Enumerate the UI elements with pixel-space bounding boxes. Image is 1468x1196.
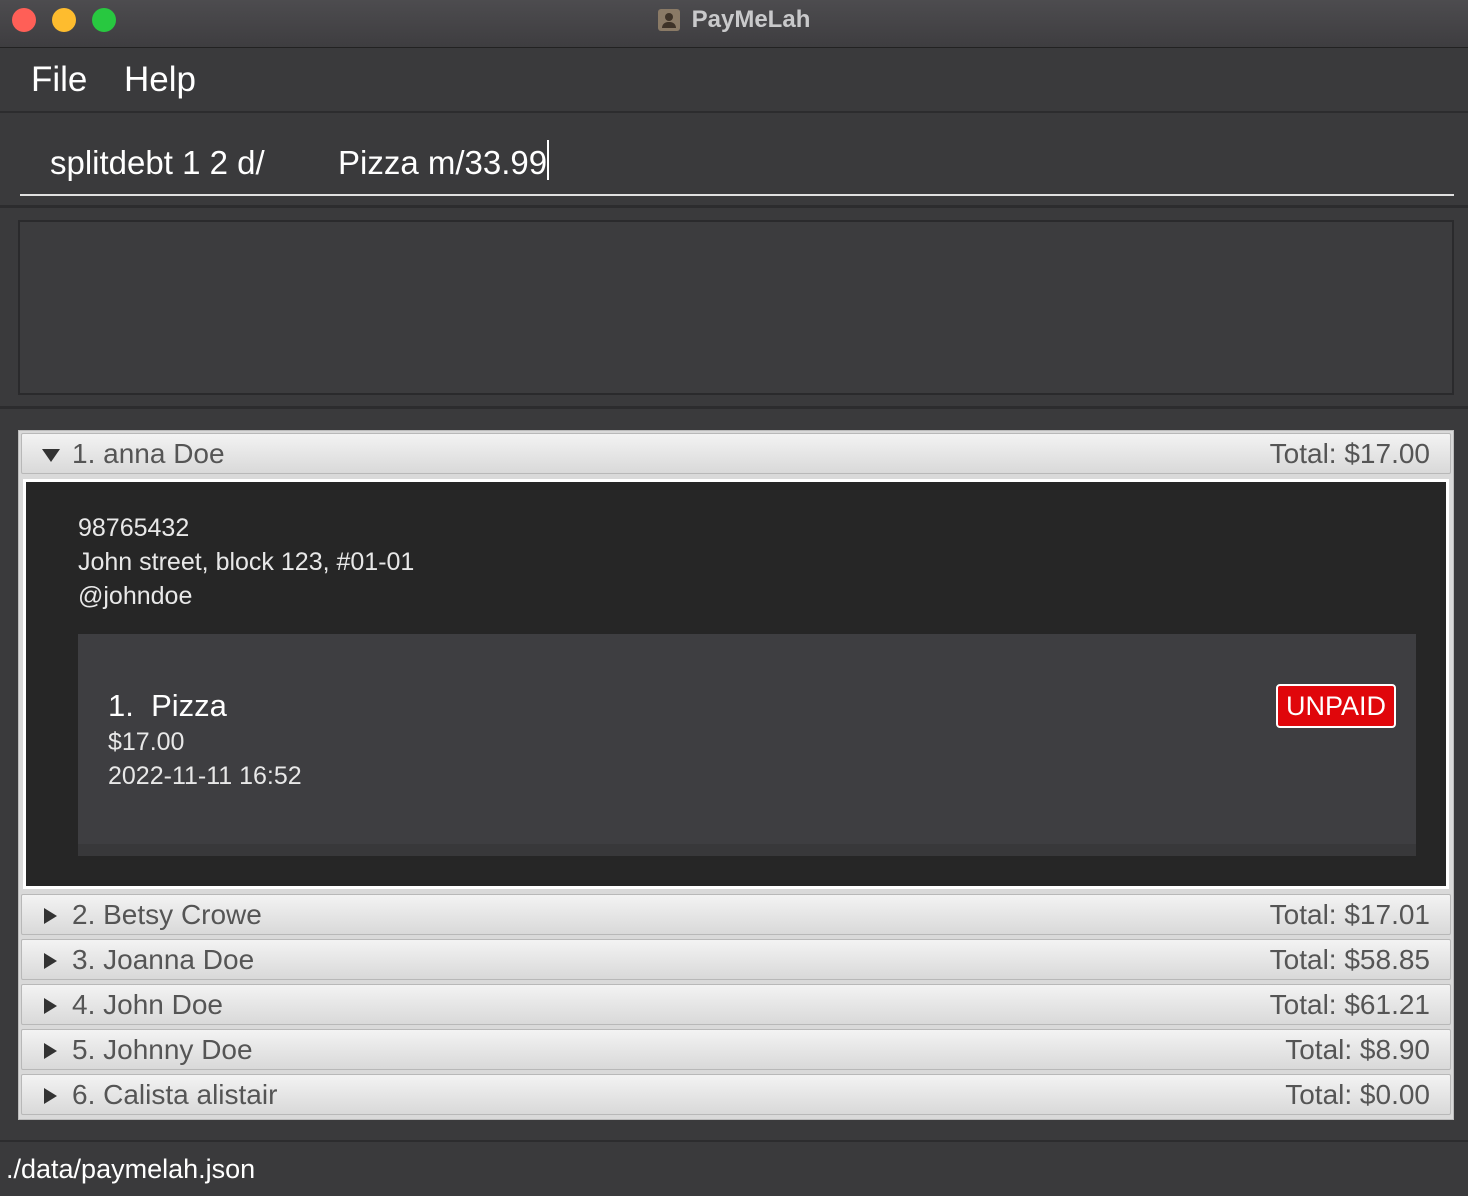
person-row-header[interactable]: 6. Calista alistair Total: $0.00: [21, 1074, 1451, 1115]
contacts-app-icon: [657, 9, 680, 31]
expand-arrow-icon[interactable]: [44, 1088, 57, 1104]
person-details: 98765432 John street, block 123, #01-01 …: [23, 479, 1449, 889]
debt-card[interactable]: 1. Pizza $17.00 2022-11-11 16:52 UNPAID: [78, 634, 1416, 856]
result-panel: [0, 208, 1468, 409]
window-title-bar: PayMeLah: [0, 0, 1468, 48]
person-total: Total: $58.85: [1269, 944, 1430, 975]
person-phone: 98765432: [78, 514, 190, 542]
status-bar: ./data/paymelah.json: [0, 1140, 1468, 1196]
person-name: 1. anna Doe: [72, 438, 225, 469]
command-input[interactable]: splitdebt 1 2 d/ Pizza m/33.99: [20, 114, 1454, 196]
person-name: 2. Betsy Crowe: [72, 899, 262, 930]
command-box-panel: splitdebt 1 2 d/ Pizza m/33.99: [0, 114, 1468, 208]
person-row-header[interactable]: 4. John Doe Total: $61.21: [21, 984, 1451, 1025]
menu-help[interactable]: Help: [124, 60, 196, 100]
person-total: Total: $0.00: [1285, 1079, 1430, 1110]
expand-arrow-icon[interactable]: [44, 908, 57, 924]
person-total: Total: $8.90: [1285, 1034, 1430, 1065]
debt-amount: $17.00: [108, 728, 185, 756]
person-telegram: @johndoe: [78, 582, 193, 610]
person-address: John street, block 123, #01-01: [78, 548, 415, 576]
person-name: 6. Calista alistair: [72, 1079, 278, 1110]
person-name: 4. John Doe: [72, 989, 223, 1020]
data-file-path: ./data/paymelah.json: [6, 1154, 256, 1184]
person-row-header[interactable]: 2. Betsy Crowe Total: $17.01: [21, 894, 1451, 935]
debt-datetime: 2022-11-11 16:52: [108, 762, 302, 790]
person-row-header[interactable]: 5. Johnny Doe Total: $8.90: [21, 1029, 1451, 1070]
person-name: 3. Joanna Doe: [72, 944, 255, 975]
debt-title: 1. Pizza: [108, 688, 227, 723]
unpaid-status-badge: UNPAID: [1275, 684, 1396, 728]
result-display[interactable]: [18, 220, 1454, 395]
person-total: Total: $17.01: [1269, 899, 1430, 930]
text-cursor: [547, 140, 550, 180]
expand-arrow-icon[interactable]: [44, 953, 57, 969]
collapse-arrow-icon[interactable]: [42, 449, 60, 462]
menu-file[interactable]: File: [31, 60, 87, 100]
expand-arrow-icon[interactable]: [44, 1043, 57, 1059]
person-list[interactable]: 1. anna Doe Total: $17.00 98765432 John …: [18, 430, 1454, 1120]
person-list-panel: 1. anna Doe Total: $17.00 98765432 John …: [0, 410, 1468, 1140]
person-row-header[interactable]: 3. Joanna Doe Total: $58.85: [21, 939, 1451, 980]
window-title: PayMeLah: [691, 6, 811, 33]
person-row-header[interactable]: 1. anna Doe Total: $17.00: [21, 433, 1451, 474]
person-total: Total: $17.00: [1269, 438, 1430, 469]
expand-arrow-icon[interactable]: [44, 998, 57, 1014]
menu-bar: File Help: [0, 48, 1468, 113]
person-total: Total: $61.21: [1269, 989, 1430, 1020]
command-text: splitdebt 1 2 d/ Pizza m/33.99: [50, 140, 550, 182]
person-name: 5. Johnny Doe: [72, 1034, 253, 1065]
